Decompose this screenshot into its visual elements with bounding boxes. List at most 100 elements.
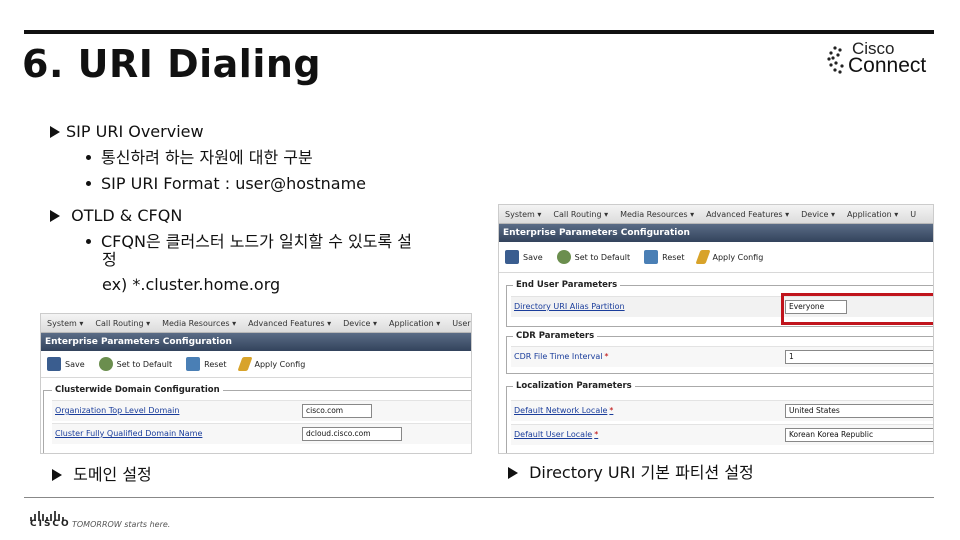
left-screenshot: System ▾ Call Routing ▾ Media Resources … xyxy=(40,313,472,454)
row-cdr-file-time-interval: CDR File Time Interval * 1 xyxy=(511,346,933,367)
gear-icon xyxy=(556,250,571,264)
bullet-text: SIP URI Format : user@hostname xyxy=(101,174,366,193)
menu-advanced-features[interactable]: Advanced Features ▾ xyxy=(242,319,337,328)
apply-config-label: Apply Config xyxy=(254,359,306,369)
toolbar: Save Set to Default Reset Apply Config xyxy=(41,351,471,378)
field-label[interactable]: Organization Top Level Domain xyxy=(55,406,179,415)
menu-application[interactable]: Application ▾ xyxy=(383,319,446,328)
clusterwide-domain-group: Clusterwide Domain Configuration Organiz… xyxy=(43,385,471,453)
bullet-cfqn-line2: 정 xyxy=(102,250,117,269)
menu-advanced-features[interactable]: Advanced Features ▾ xyxy=(700,210,795,219)
save-icon xyxy=(505,250,519,264)
field-label[interactable]: Directory URI Alias Partition xyxy=(514,302,625,311)
apply-config-button[interactable]: Apply Config xyxy=(237,357,306,371)
bullet-text: OTLD & CFQN xyxy=(71,206,183,225)
footer-tagline: TOMORROW starts here. xyxy=(72,520,171,529)
group-title: Localization Parameters xyxy=(513,381,635,391)
menu-system[interactable]: System ▾ xyxy=(41,319,89,328)
field-label[interactable]: Default Network Locale * xyxy=(514,406,613,415)
cluster-fqdn-input[interactable]: dcloud.cisco.com xyxy=(302,427,402,441)
menu-media-resources[interactable]: Media Resources ▾ xyxy=(156,319,242,328)
right-screenshot: System ▾ Call Routing ▾ Media Resources … xyxy=(498,204,934,454)
logo-text-connect: Connect xyxy=(848,54,927,77)
dot-bullet-icon xyxy=(86,155,91,160)
menu-bar: System ▾ Call Routing ▾ Media Resources … xyxy=(499,205,933,224)
required-marker: * xyxy=(594,430,599,439)
field-label-text: CDR File Time Interval xyxy=(514,352,603,361)
group-title: CDR Parameters xyxy=(513,331,598,341)
triangle-bullet-icon xyxy=(508,467,518,479)
reset-button[interactable]: Reset xyxy=(644,250,684,264)
dot-bullet-icon xyxy=(86,239,91,244)
page-header: Enterprise Parameters Configuration xyxy=(41,333,471,351)
save-button[interactable]: Save xyxy=(505,250,543,264)
menu-user-management[interactable]: User Mana xyxy=(446,319,471,328)
required-marker: * xyxy=(609,406,614,415)
localization-parameters-group: Localization Parameters Default Network … xyxy=(506,381,933,453)
bullet-cfqn: CFQN은 클러스터 노드가 일치할 수 있도록 설 xyxy=(86,228,412,255)
gear-icon xyxy=(98,357,113,371)
menu-device[interactable]: Device ▾ xyxy=(337,319,383,328)
default-network-locale-select[interactable]: United States xyxy=(785,404,933,418)
save-label: Save xyxy=(65,359,85,369)
bullet-text: 통신하려 하는 자원에 대한 구분 xyxy=(101,148,313,167)
field-label[interactable]: Cluster Fully Qualified Domain Name xyxy=(55,429,202,438)
save-button[interactable]: Save xyxy=(47,357,85,371)
save-icon xyxy=(47,357,61,371)
field-label-text: Default User Locale xyxy=(514,430,593,439)
dot-bullet-icon xyxy=(86,181,91,186)
set-default-button[interactable]: Set to Default xyxy=(98,357,173,371)
bullet-sip-sub2: SIP URI Format : user@hostname xyxy=(86,170,366,197)
page-header: Enterprise Parameters Configuration xyxy=(499,224,933,242)
group-title: Clusterwide Domain Configuration xyxy=(52,385,223,395)
default-user-locale-select[interactable]: Korean Korea Republic xyxy=(785,428,933,442)
cdr-file-time-interval-input[interactable]: 1 xyxy=(785,350,933,364)
menu-user[interactable]: U xyxy=(904,210,922,219)
menu-media-resources[interactable]: Media Resources ▾ xyxy=(614,210,700,219)
highlight-box xyxy=(781,293,933,325)
set-default-button[interactable]: Set to Default xyxy=(556,250,631,264)
org-top-level-domain-input[interactable]: cisco.com xyxy=(302,404,372,418)
reset-button[interactable]: Reset xyxy=(186,357,226,371)
reset-label: Reset xyxy=(204,359,227,369)
reset-label: Reset xyxy=(662,252,685,262)
cisco-connect-logo: Cisco Connect xyxy=(826,39,938,82)
top-rule xyxy=(24,30,934,34)
group-title: End User Parameters xyxy=(513,280,621,290)
bullet-sip-sub1: 통신하려 하는 자원에 대한 구분 xyxy=(86,144,313,171)
cdr-parameters-group: CDR Parameters CDR File Time Interval * 1 xyxy=(506,331,933,374)
cisco-connect-icon xyxy=(827,46,844,74)
row-default-network-locale: Default Network Locale * United States xyxy=(511,400,933,421)
bullet-cfqn-example: ex) *.cluster.home.org xyxy=(102,275,281,294)
caption-text: Directory URI 기본 파티션 설정 xyxy=(529,463,754,482)
menu-call-routing[interactable]: Call Routing ▾ xyxy=(89,319,156,328)
menu-application[interactable]: Application ▾ xyxy=(841,210,904,219)
field-label[interactable]: Default User Locale * xyxy=(514,430,598,439)
reset-icon xyxy=(186,357,201,371)
set-default-label: Set to Default xyxy=(574,252,631,262)
reset-icon xyxy=(644,250,659,264)
menu-call-routing[interactable]: Call Routing ▾ xyxy=(547,210,614,219)
bullet-sip-overview: SIP URI Overview xyxy=(50,118,204,145)
bullet-text: SIP URI Overview xyxy=(66,122,204,141)
pencil-icon xyxy=(695,250,712,264)
menu-bar: System ▾ Call Routing ▾ Media Resources … xyxy=(41,314,471,333)
bullet-text: CFQN은 클러스터 노드가 일치할 수 있도록 설 xyxy=(101,232,412,251)
set-default-label: Set to Default xyxy=(116,359,173,369)
bottom-rule xyxy=(24,497,934,498)
field-label-text: Default Network Locale xyxy=(514,406,608,415)
row-default-user-locale: Default User Locale * Korean Korea Republ… xyxy=(511,424,933,445)
row-cluster-fqdn: Cluster Fully Qualified Domain Name dclo… xyxy=(52,423,471,444)
bullet-otld: OTLD & CFQN xyxy=(50,202,182,229)
pencil-icon xyxy=(237,357,254,371)
caption-right: Directory URI 기본 파티션 설정 xyxy=(508,459,754,483)
triangle-bullet-icon xyxy=(50,126,60,138)
field-label[interactable]: CDR File Time Interval * xyxy=(514,352,609,361)
cisco-logo-text: CISCO xyxy=(30,519,71,529)
triangle-bullet-icon xyxy=(50,210,60,222)
toolbar: Save Set to Default Reset Apply Config xyxy=(499,242,933,273)
save-label: Save xyxy=(523,252,543,262)
menu-device[interactable]: Device ▾ xyxy=(795,210,841,219)
menu-system[interactable]: System ▾ xyxy=(499,210,547,219)
apply-config-button[interactable]: Apply Config xyxy=(695,250,763,264)
